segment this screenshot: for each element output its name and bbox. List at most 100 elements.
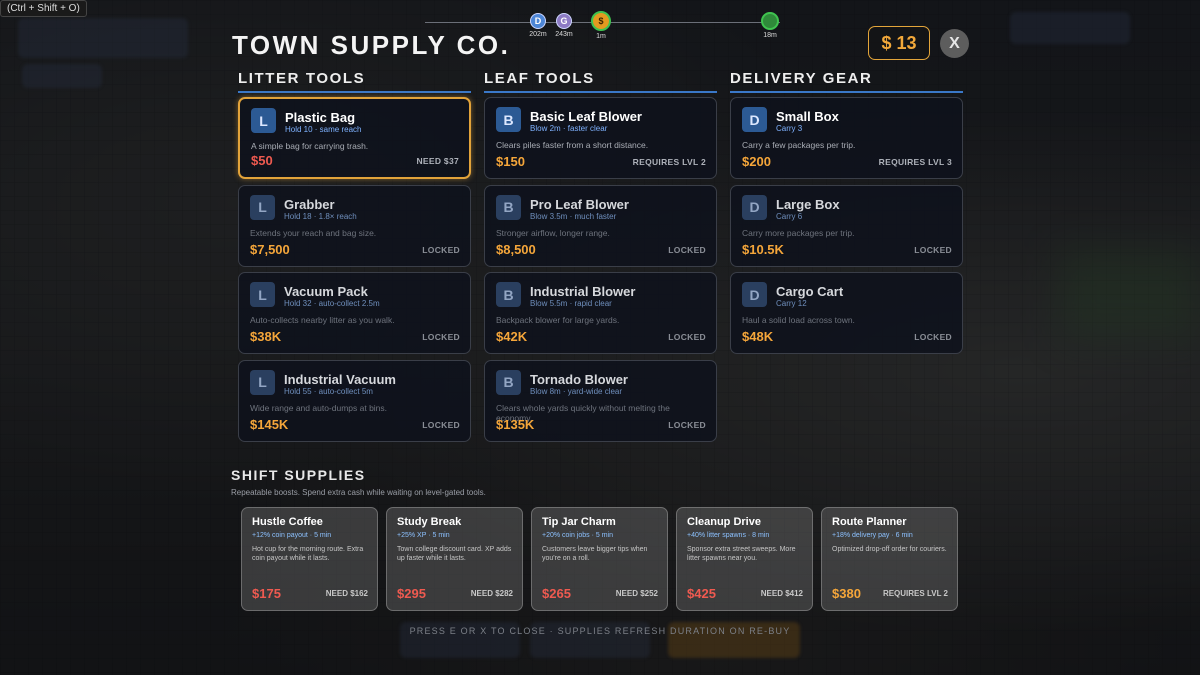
shop-item-card[interactable]: B Industrial Blower Blow 5.5m · rapid clea… (484, 272, 717, 354)
supply-card[interactable]: Tip Jar Charm +20% coin jobs · 5 min Custo… (531, 507, 668, 611)
item-name: Large Box (776, 196, 840, 212)
item-badge-icon: L (250, 282, 275, 307)
supply-name: Tip Jar Charm (542, 516, 616, 528)
supply-price: $265 (542, 586, 571, 601)
shop-item-card[interactable]: D Large Box Carry 6 Carry more packages per… (730, 184, 963, 267)
progress-marker: D (530, 13, 546, 29)
shop-item-card[interactable]: L Industrial Vacuum Hold 55 · auto-collect… (238, 359, 471, 442)
item-badge-icon: D (742, 107, 767, 132)
supply-requirement: NEED $252 (615, 589, 658, 598)
shop-item-card[interactable]: B Pro Leaf Blower Blow 3.5m · much faster S… (484, 184, 717, 267)
shop-title: TOWN SUPPLY CO. (232, 30, 511, 60)
background-hud-coins (22, 64, 102, 88)
supply-requirement: NEED $282 (470, 589, 513, 598)
supply-description: Customers leave bigger tips when you're … (542, 546, 648, 562)
background-hud-player (18, 18, 188, 58)
item-price: $7,500 (250, 241, 290, 257)
supplies-header: SHIFT SUPPLIES (231, 467, 366, 483)
item-price: $50 (251, 153, 273, 168)
item-name: Pro Leaf Blower (530, 196, 629, 212)
item-description: Auto-collects nearby litter as you walk. (250, 315, 395, 325)
supply-price: $295 (397, 586, 426, 601)
item-requirement: NEED $37 (416, 156, 459, 166)
item-description: Haul a solid load across town. (742, 315, 855, 325)
supply-price: $380 (832, 586, 861, 601)
shop-item-card[interactable]: L Vacuum Pack Hold 32 · auto-collect 2.5m A… (238, 272, 471, 354)
item-requirement: REQUIRES LVL 3 (878, 157, 952, 167)
item-price: $10.5K (742, 241, 784, 257)
column-header: LITTER TOOLS (238, 70, 471, 93)
supply-stat: +20% coin jobs · 5 min (542, 532, 614, 539)
item-requirement: LOCKED (914, 244, 952, 255)
column-header: LEAF TOOLS (484, 70, 717, 93)
item-description: A simple bag for carrying trash. (251, 141, 369, 151)
item-name: Plastic Bag (285, 110, 356, 125)
item-price: $145K (250, 416, 289, 432)
item-price: $135K (496, 416, 535, 432)
footer-hint: PRESS E OR X TO CLOSE · SUPPLIES REFRESH… (409, 626, 791, 636)
supply-stat: +25% XP · 5 min (397, 532, 450, 539)
shop-item-card[interactable]: D Cargo Cart Carry 12 Haul a solid load acr… (730, 272, 963, 354)
item-price: $200 (742, 154, 771, 169)
supply-stat: +12% coin payout · 5 min (252, 532, 332, 539)
money-display: $ 13 (868, 26, 930, 60)
supply-name: Route Planner (832, 516, 907, 528)
supply-requirement: NEED $162 (325, 589, 368, 598)
progress-marker: $ (591, 11, 611, 31)
shortcut-hint: (Ctrl + Shift + O) (0, 0, 87, 17)
supply-description: Optimized drop-off order for couriers. (832, 546, 947, 553)
supply-card[interactable]: Study Break +25% XP · 5 min Town college d… (386, 507, 523, 611)
supply-name: Hustle Coffee (252, 516, 323, 528)
supply-card[interactable]: Route Planner +18% delivery pay · 6 min Op… (821, 507, 958, 611)
item-description: Backpack blower for large yards. (496, 315, 620, 325)
supply-card[interactable]: Hustle Coffee +12% coin payout · 5 min Hot… (241, 507, 378, 611)
supply-description: Sponsor extra street sweeps. More litter… (687, 546, 796, 562)
supply-name: Cleanup Drive (687, 516, 761, 528)
item-badge-icon: B (496, 107, 521, 132)
item-price: $48K (742, 329, 774, 344)
item-description: Carry a few packages per trip. (742, 140, 856, 150)
item-badge-icon: D (742, 194, 767, 220)
progress-marker: G (556, 13, 572, 29)
item-description: Clears piles faster from a short distanc… (496, 140, 649, 150)
item-requirement: LOCKED (668, 244, 706, 255)
item-badge-icon: B (496, 194, 521, 220)
item-name: Vacuum Pack (284, 284, 368, 299)
item-requirement: REQUIRES LVL 2 (632, 157, 706, 167)
item-description: Carry more packages per trip. (742, 227, 855, 238)
item-stat: Carry 12 (776, 299, 807, 308)
item-badge-icon: D (742, 282, 767, 307)
supply-name: Study Break (397, 516, 462, 528)
progress-marker-label: 243m (555, 31, 573, 38)
progress-marker (761, 12, 779, 30)
item-name: Grabber (284, 196, 335, 212)
shop-item-card[interactable]: B Basic Leaf Blower Blow 2m · faster clear… (484, 97, 717, 179)
item-requirement: LOCKED (914, 332, 952, 342)
item-description: Stronger airflow, longer range. (496, 227, 610, 238)
shop-item-card[interactable]: D Small Box Carry 3 Carry a few packages pe… (730, 97, 963, 179)
item-price: $38K (250, 329, 282, 344)
supply-stat: +40% litter spawns · 8 min (687, 532, 770, 539)
close-button[interactable]: X (940, 29, 969, 58)
background-hud-quest (1010, 12, 1130, 44)
shop-item-card[interactable]: B Tornado Blower Blow 8m · yard-wide clear… (484, 359, 717, 442)
shop-item-card[interactable]: L Plastic Bag Hold 10 · same reach A simple… (238, 97, 471, 179)
item-requirement: LOCKED (668, 332, 706, 342)
item-stat: Carry 6 (776, 211, 803, 221)
item-stat: Hold 10 · same reach (285, 125, 362, 134)
supplies-subtitle: Repeatable boosts. Spend extra cash whil… (231, 488, 486, 497)
item-stat: Blow 2m · faster clear (530, 124, 608, 133)
item-badge-icon: L (250, 369, 275, 395)
supply-card[interactable]: Cleanup Drive +40% litter spawns · 8 min S… (676, 507, 813, 611)
item-price: $42K (496, 329, 528, 344)
item-name: Cargo Cart (776, 284, 844, 299)
supply-description: Town college discount card. XP adds up f… (397, 546, 512, 562)
item-stat: Blow 5.5m · rapid clear (530, 299, 612, 308)
item-requirement: LOCKED (422, 332, 460, 342)
shop-item-card[interactable]: L Grabber Hold 18 · 1.8× reach Extends your… (238, 184, 471, 267)
column-header: DELIVERY GEAR (730, 70, 963, 93)
supply-stat: +18% delivery pay · 6 min (832, 532, 913, 539)
item-stat: Blow 3.5m · much faster (530, 211, 617, 221)
item-name: Basic Leaf Blower (530, 109, 642, 124)
item-badge-icon: L (250, 194, 275, 220)
